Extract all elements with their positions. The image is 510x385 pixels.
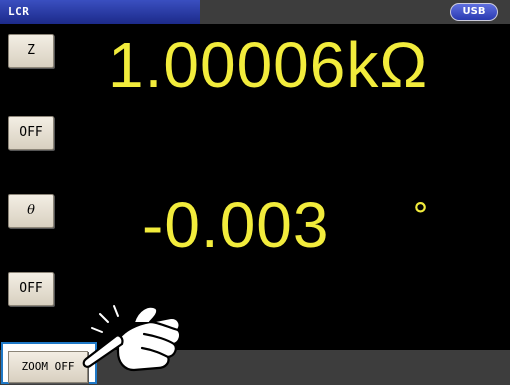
param2-off-button[interactable]: OFF xyxy=(8,272,54,306)
pointing-hand-icon xyxy=(82,305,182,372)
title-bar: LCR USB xyxy=(0,0,510,24)
secondary-unit: ° xyxy=(412,196,429,236)
primary-reading: 1.00006kΩ xyxy=(108,29,429,101)
param1-off-button[interactable]: OFF xyxy=(8,116,54,150)
usb-badge[interactable]: USB xyxy=(450,3,498,21)
window-title: LCR xyxy=(8,5,30,18)
zoom-button[interactable]: ZOOM OFF xyxy=(8,351,88,383)
title-tab: LCR xyxy=(0,0,200,24)
secondary-reading: -0.003 xyxy=(142,189,330,261)
param1-button[interactable]: Z xyxy=(8,34,54,68)
lcr-screen: LCR USB Z OFF θ OFF 1.00006kΩ -0.003 ° xyxy=(0,0,510,385)
param2-button[interactable]: θ xyxy=(8,194,54,228)
